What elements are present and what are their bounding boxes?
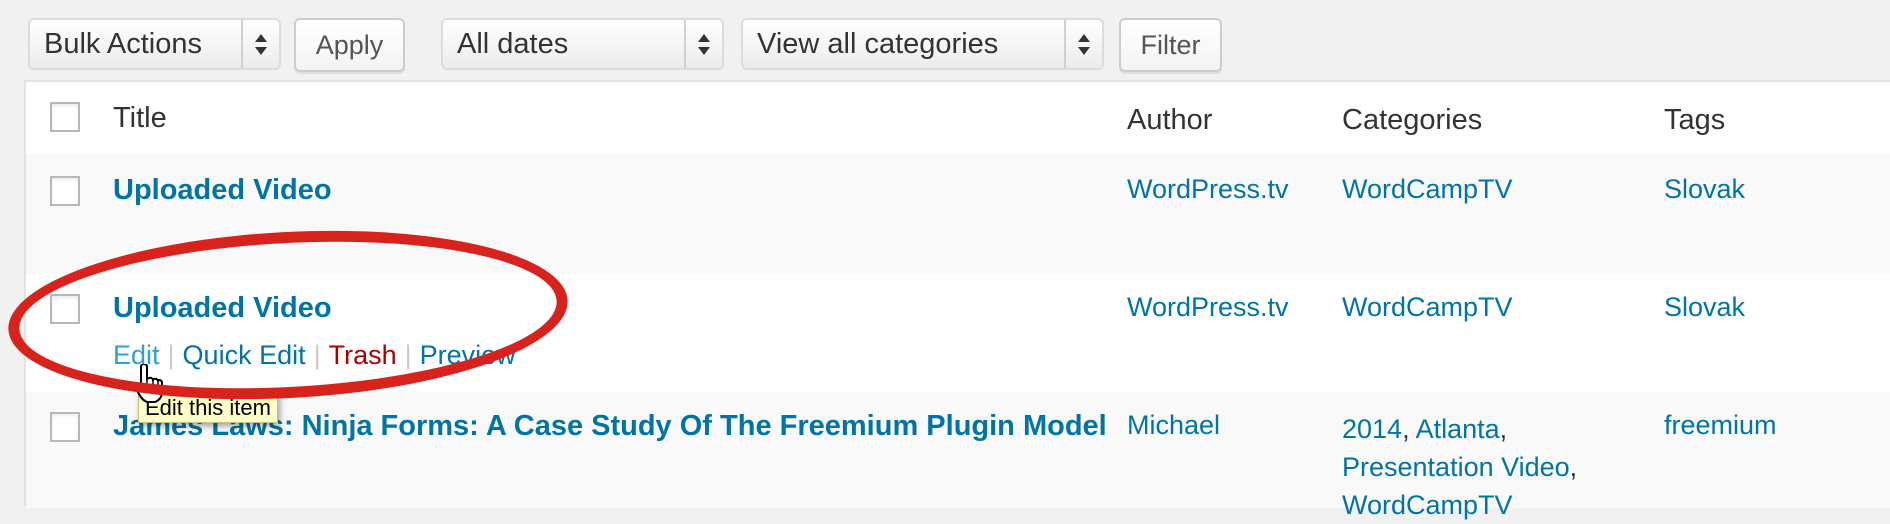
action-separator: | — [404, 340, 412, 370]
row-actions: Edit | Quick Edit | Trash | Preview — [113, 340, 516, 371]
table-row: Uploaded Video WordPress.tv WordCampTV S… — [26, 274, 1890, 392]
bulk-actions-label: Bulk Actions — [44, 28, 202, 60]
category-filter-select[interactable]: View all categories — [741, 18, 1104, 70]
tag-link[interactable]: Slovak — [1664, 292, 1745, 323]
table-header: Title Author Categories Tags — [26, 82, 1890, 156]
row-checkbox[interactable] — [50, 176, 80, 206]
date-filter-select[interactable]: All dates — [441, 18, 724, 70]
author-link[interactable]: WordPress.tv — [1127, 292, 1289, 323]
column-author: Author — [1127, 104, 1213, 136]
column-title[interactable]: Title — [113, 102, 167, 135]
select-all-checkbox[interactable] — [50, 102, 80, 132]
categories-list: 2014, Atlanta, Presentation Video, WordC… — [1342, 414, 1578, 520]
category-link[interactable]: WordCampTV — [1342, 174, 1513, 205]
filter-button[interactable]: Filter — [1119, 18, 1222, 72]
tag-link[interactable]: Slovak — [1664, 174, 1745, 205]
action-separator: | — [313, 340, 321, 370]
column-tags: Tags — [1664, 104, 1726, 136]
posts-table: Title Author Categories Tags Uploaded Vi… — [24, 80, 1890, 520]
table-row: James Laws: Ninja Forms: A Case Study Of… — [26, 392, 1890, 520]
category-link[interactable]: WordCampTV — [1342, 292, 1513, 323]
select-arrows-icon — [684, 20, 722, 68]
select-arrows-icon — [241, 20, 279, 68]
bulk-actions-select[interactable]: Bulk Actions — [28, 18, 281, 70]
author-link[interactable]: WordPress.tv — [1127, 174, 1289, 205]
category-link[interactable]: WordCampTV — [1342, 490, 1513, 520]
category-link[interactable]: Atlanta — [1416, 414, 1500, 444]
action-separator: | — [167, 340, 175, 370]
quick-edit-link[interactable]: Quick Edit — [183, 340, 306, 371]
hand-cursor-icon — [133, 364, 163, 403]
category-link[interactable]: Presentation Video — [1342, 452, 1570, 482]
author-link[interactable]: Michael — [1127, 410, 1220, 441]
trash-link[interactable]: Trash — [329, 340, 397, 371]
apply-button[interactable]: Apply — [294, 18, 405, 72]
category-link[interactable]: 2014 — [1342, 414, 1402, 444]
preview-link[interactable]: Preview — [420, 340, 516, 371]
post-title-link[interactable]: Uploaded Video — [113, 292, 332, 325]
date-filter-label: All dates — [457, 28, 569, 60]
table-row: Uploaded Video WordPress.tv WordCampTV S… — [26, 154, 1890, 274]
row-checkbox[interactable] — [50, 412, 80, 442]
post-title-link[interactable]: Uploaded Video — [113, 174, 332, 207]
column-categories: Categories — [1342, 104, 1483, 136]
row-checkbox[interactable] — [50, 294, 80, 324]
category-filter-label: View all categories — [757, 28, 999, 60]
tag-link[interactable]: freemium — [1664, 410, 1777, 441]
select-arrows-icon — [1064, 20, 1102, 68]
tablenav-top: Bulk Actions Apply All dates View all ca… — [0, 18, 1890, 74]
